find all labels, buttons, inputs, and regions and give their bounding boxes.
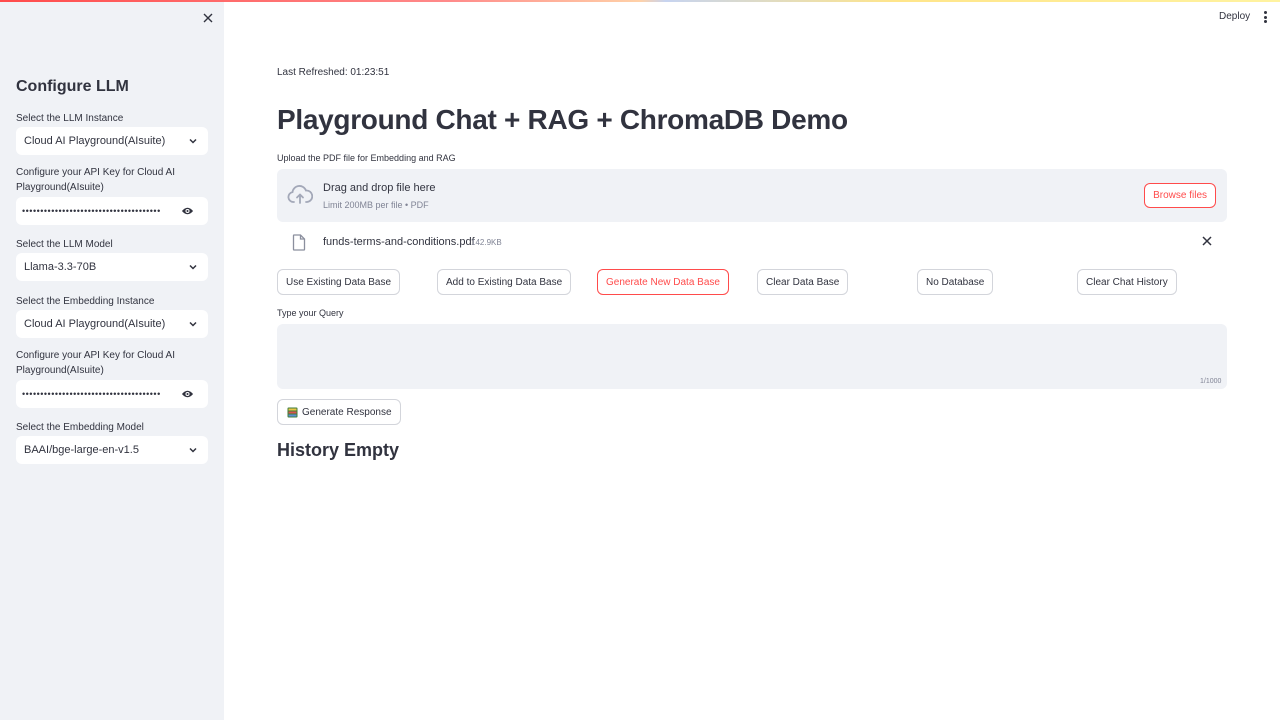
close-sidebar-button[interactable] xyxy=(199,9,217,27)
dropzone-instruction: Drag and drop file here xyxy=(323,182,436,194)
api-key-value-1: •••••••••••••••••••••••••••••••••••••• xyxy=(22,206,161,216)
dropzone-limit: Limit 200MB per file • PDF xyxy=(323,200,429,210)
embedding-model-label: Select the Embedding Model xyxy=(16,422,144,433)
file-name: funds-terms-and-conditions.pdf xyxy=(323,236,475,248)
file-icon xyxy=(292,234,306,251)
top-decoration-bar xyxy=(0,0,1280,2)
cloud-upload-icon xyxy=(287,185,313,204)
query-label: Type your Query xyxy=(277,308,344,318)
clear-db-button[interactable]: Clear Data Base xyxy=(757,269,849,295)
llm-instance-select[interactable]: Cloud AI Playground(AIsuite) xyxy=(16,127,208,155)
embedding-instance-select[interactable]: Cloud AI Playground(AIsuite) xyxy=(16,310,208,338)
sidebar-title: Configure LLM xyxy=(16,78,129,95)
llm-instance-label: Select the LLM Instance xyxy=(16,113,124,124)
chevron-down-icon xyxy=(189,264,197,270)
api-key-input-1[interactable]: •••••••••••••••••••••••••••••••••••••• xyxy=(16,197,208,225)
clear-chat-history-button[interactable]: Clear Chat History xyxy=(1077,269,1177,295)
remove-file-icon[interactable] xyxy=(1202,236,1212,246)
eye-icon[interactable] xyxy=(181,388,194,400)
query-char-counter: 1/1000 xyxy=(1200,378,1222,385)
chevron-down-icon xyxy=(189,138,197,144)
chevron-down-icon xyxy=(189,447,197,453)
api-key-label-1: Configure your API Key for Cloud AI Play… xyxy=(16,167,175,193)
sidebar: Configure LLM Select the LLM Instance Cl… xyxy=(0,0,224,720)
upload-label: Upload the PDF file for Embedding and RA… xyxy=(277,153,456,163)
close-icon xyxy=(203,13,213,23)
llm-model-select[interactable]: Llama-3.3-70B xyxy=(16,253,208,281)
no-database-button[interactable]: No Database xyxy=(917,269,994,295)
embedding-model-value: BAAI/bge-large-en-v1.5 xyxy=(24,444,139,456)
api-key-input-2[interactable]: •••••••••••••••••••••••••••••••••••••• xyxy=(16,380,208,408)
browse-files-button[interactable]: Browse files xyxy=(1144,183,1216,208)
chevron-down-icon xyxy=(189,321,197,327)
file-dropzone[interactable]: Drag and drop file here Limit 200MB per … xyxy=(277,169,1227,222)
history-heading: History Empty xyxy=(277,440,400,460)
books-icon xyxy=(287,407,298,417)
page-title: Playground Chat + RAG + ChromaDB Demo xyxy=(277,104,848,135)
generate-response-button[interactable]: Generate Response xyxy=(277,399,401,425)
last-refreshed: Last Refreshed: 01:23:51 xyxy=(277,67,390,78)
use-existing-db-button[interactable]: Use Existing Data Base xyxy=(277,269,401,295)
embedding-instance-value: Cloud AI Playground(AIsuite) xyxy=(24,318,166,330)
embedding-instance-label: Select the Embedding Instance xyxy=(16,296,155,307)
llm-model-label: Select the LLM Model xyxy=(16,239,113,250)
generate-response-label: Generate Response xyxy=(302,406,392,418)
llm-model-value: Llama-3.3-70B xyxy=(24,261,97,273)
file-size: 142.9KB xyxy=(471,238,502,247)
api-key-value-2: •••••••••••••••••••••••••••••••••••••• xyxy=(22,389,161,399)
embedding-model-select[interactable]: BAAI/bge-large-en-v1.5 xyxy=(16,436,208,464)
eye-icon[interactable] xyxy=(181,205,194,217)
api-key-label-2: Configure your API Key for Cloud AI Play… xyxy=(16,350,175,376)
query-input[interactable] xyxy=(277,324,1227,389)
add-to-existing-db-button[interactable]: Add to Existing Data Base xyxy=(437,269,572,295)
uploaded-file: funds-terms-and-conditions.pdf 142.9KB xyxy=(277,232,1227,254)
deploy-button[interactable]: Deploy xyxy=(1219,11,1250,22)
generate-new-db-button[interactable]: Generate New Data Base xyxy=(597,269,729,295)
kebab-menu-icon[interactable] xyxy=(1261,10,1269,24)
llm-instance-value: Cloud AI Playground(AIsuite) xyxy=(24,135,166,147)
